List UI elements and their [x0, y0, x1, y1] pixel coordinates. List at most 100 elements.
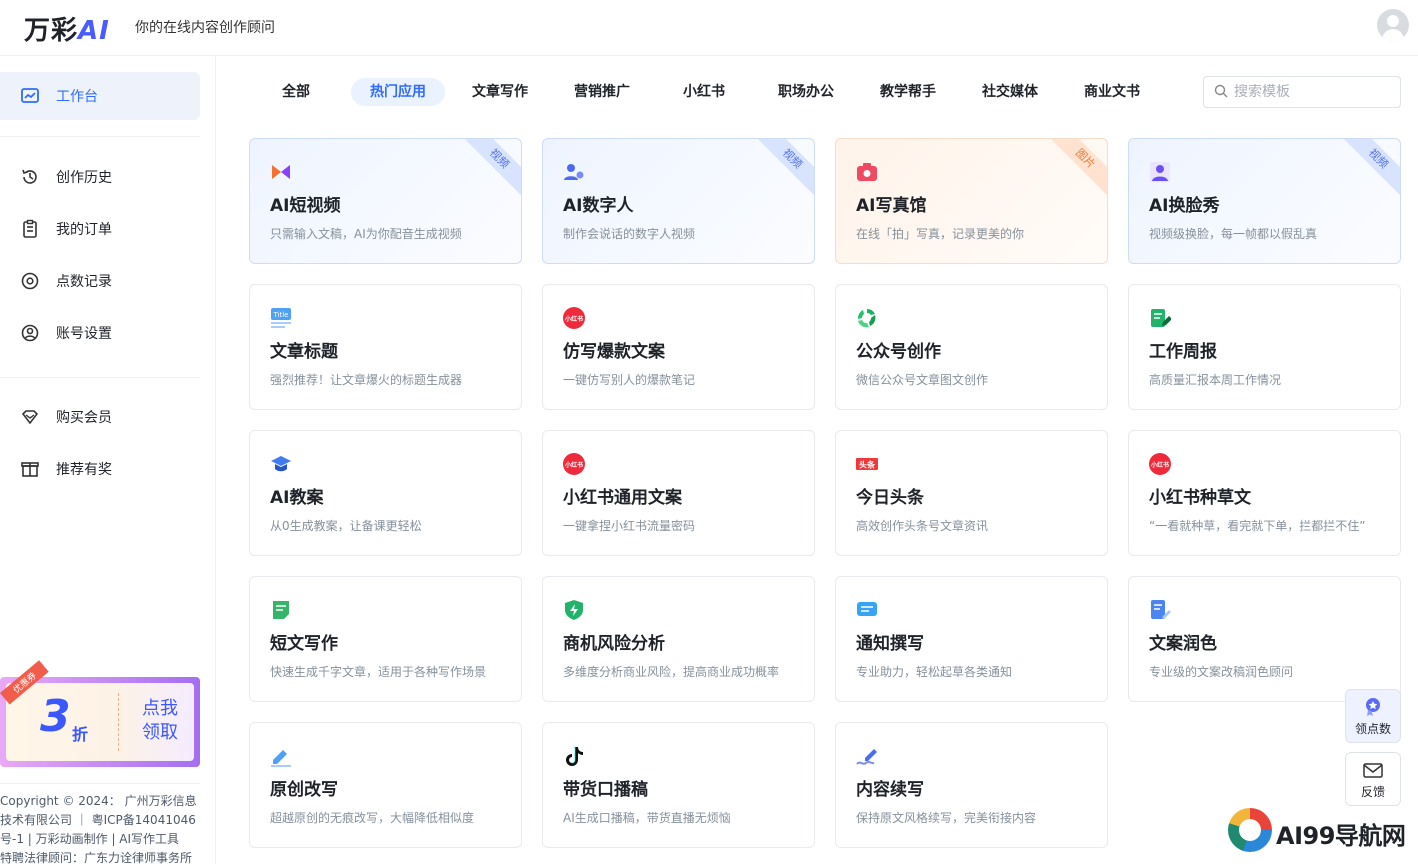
card-title: AI换脸秀: [1149, 196, 1220, 216]
sidebar-item-points[interactable]: 点数记录: [0, 257, 200, 305]
card-description: 专业级的文案改稿润色顾问: [1149, 665, 1294, 679]
sidebar-item-label: 点数记录: [56, 274, 112, 290]
top-header: 万彩AI 你的在线内容创作顾问: [0, 0, 1418, 56]
get-points-label: 领点数: [1354, 722, 1391, 736]
feedback-button[interactable]: 反馈: [1345, 752, 1401, 806]
template-card[interactable]: 商机风险分析 多维度分析商业风险，提高商业成功概率: [542, 576, 815, 702]
card-title: 文案润色: [1149, 634, 1217, 654]
camera-icon: [856, 161, 878, 183]
divider: [0, 377, 200, 378]
template-card[interactable]: 小红书 小红书种草文 “一看就种草，看完就下单，拦都拦不住”: [1128, 430, 1401, 556]
tab-marketing[interactable]: 营销推广: [568, 78, 636, 106]
card-title: 通知撰写: [856, 634, 924, 654]
sidebar-item-referral[interactable]: 推荐有奖: [0, 445, 200, 493]
sidebar-item-history[interactable]: 创作历史: [0, 153, 200, 201]
template-card[interactable]: 小红书 仿写爆款文案 一键仿写别人的爆款笔记: [542, 284, 815, 410]
sidebar-item-account[interactable]: 账号设置: [0, 309, 200, 357]
card-title: 小红书种草文: [1149, 488, 1251, 508]
toutiao-icon: 头条: [856, 453, 878, 475]
template-card[interactable]: AI短视频 只需输入文稿，AI为你配音生成视频 视频: [249, 138, 522, 264]
tab-social[interactable]: 社交媒体: [976, 78, 1044, 106]
card-badge: 图片: [1043, 139, 1107, 201]
account-icon: [20, 323, 40, 343]
tagline: 你的在线内容创作顾问: [135, 20, 275, 36]
user-avatar[interactable]: [1377, 9, 1409, 41]
card-badge: 视频: [750, 139, 814, 201]
message-icon: [856, 599, 878, 621]
diamond-icon: [20, 407, 40, 427]
tab-teaching[interactable]: 教学帮手: [874, 78, 942, 106]
card-title: 小红书通用文案: [563, 488, 682, 508]
card-badge: 视频: [1336, 139, 1400, 201]
sidebar: 工作台 创作历史 我的订单 点数记录 账号设置 购买会员 推荐有奖 优惠券 3 …: [0, 56, 216, 865]
digital-human-icon: [563, 161, 585, 183]
search-icon: [1214, 83, 1228, 102]
template-card[interactable]: 头条 今日头条 高效创作头条号文章资讯: [835, 430, 1108, 556]
copyright-line: 特聘法律顾问：广东力诠律师事务所: [0, 851, 193, 865]
search-input[interactable]: [1234, 84, 1384, 100]
order-icon: [20, 219, 40, 239]
template-card[interactable]: 短文写作 快速生成千字文章，适用于各种写作场景: [249, 576, 522, 702]
discount-promo-banner[interactable]: 优惠券 3 折 点我 领取: [0, 660, 200, 767]
points-icon: [20, 271, 40, 291]
sidebar-item-workbench[interactable]: 工作台: [0, 72, 200, 120]
history-icon: [20, 167, 40, 187]
short-doc-icon: [270, 599, 292, 621]
template-card[interactable]: 小红书 小红书通用文案 一键拿捏小红书流量密码: [542, 430, 815, 556]
tab-xiaohongshu[interactable]: 小红书: [672, 78, 736, 106]
sidebar-item-membership[interactable]: 购买会员: [0, 393, 200, 441]
card-title: 内容续写: [856, 780, 924, 800]
logo[interactable]: 万彩AI: [24, 10, 110, 47]
card-description: 微信公众号文章图文创作: [856, 373, 989, 387]
promo-cta[interactable]: 点我 领取: [132, 697, 188, 745]
title-icon: Title: [270, 307, 292, 329]
template-card[interactable]: AI换脸秀 视频级换脸，每一帧都以假乱真 视频: [1128, 138, 1401, 264]
tab-all[interactable]: 全部: [266, 78, 326, 106]
card-title: 文章标题: [270, 342, 338, 362]
tab-article[interactable]: 文章写作: [466, 78, 534, 106]
template-card[interactable]: AI写真馆 在线「拍」写真，记录更美的你 图片: [835, 138, 1108, 264]
watermark-logo-icon: [1228, 808, 1272, 852]
card-description: 高质量汇报本周工作情况: [1149, 373, 1282, 387]
template-card[interactable]: 内容续写 保持原文风格续写，完美衔接内容: [835, 722, 1108, 848]
template-card[interactable]: 文案润色专业级的文案改稿润色顾问: [1128, 576, 1401, 702]
card-description: 强烈推荐！让文章爆火的标题生成器: [270, 373, 463, 387]
template-card[interactable]: 带货口播稿 AI生成口播稿，带货直播无烦恼: [542, 722, 815, 848]
wechat-official-icon: [856, 307, 878, 329]
get-points-button[interactable]: 领点数: [1345, 689, 1401, 743]
tab-business[interactable]: 商业文书: [1078, 78, 1146, 106]
gift-icon: [20, 459, 40, 479]
template-card[interactable]: 工作周报 高质量汇报本周工作情况: [1128, 284, 1401, 410]
search-box[interactable]: [1203, 76, 1401, 108]
graduation-cap-icon: [270, 453, 292, 475]
tab-popular[interactable]: 热门应用: [351, 78, 445, 106]
face-swap-icon: [1149, 161, 1171, 183]
shield-bolt-icon: [563, 599, 585, 621]
card-description: 多维度分析商业风险，提高商业成功概率: [563, 665, 780, 679]
template-card[interactable]: 通知撰写 专业助力，轻松起草各类通知: [835, 576, 1108, 702]
copyright-line: 号-1 | 万彩动画制作 | AI写作工具: [0, 832, 180, 846]
template-card[interactable]: Title 文章标题强烈推荐！让文章爆火的标题生成器: [249, 284, 522, 410]
logo-text: 万彩: [24, 16, 79, 46]
ai99-watermark: AI99导航网: [1228, 806, 1418, 856]
video-bowtie-icon: [270, 161, 292, 183]
sidebar-item-label: 创作历史: [56, 170, 112, 186]
sidebar-item-orders[interactable]: 我的订单: [0, 205, 200, 253]
template-card[interactable]: 原创改写 超越原创的无痕改写，大幅降低相似度: [249, 722, 522, 848]
card-description: 一键仿写别人的爆款笔记: [563, 373, 696, 387]
divider: [0, 136, 200, 137]
svg-text:头条: 头条: [859, 460, 876, 470]
template-card[interactable]: 公众号创作微信公众号文章图文创作: [835, 284, 1108, 410]
promo-discount-number: 3: [40, 691, 71, 742]
card-title: 原创改写: [270, 780, 338, 800]
template-card[interactable]: AI数字人 制作会说话的数字人视频 视频: [542, 138, 815, 264]
card-title: 带货口播稿: [563, 780, 648, 800]
sidebar-item-label: 购买会员: [56, 410, 112, 426]
card-title: 公众号创作: [856, 342, 941, 362]
template-card[interactable]: AI教案 从0生成教案，让备课更轻松: [249, 430, 522, 556]
tab-office[interactable]: 职场办公: [772, 78, 840, 106]
card-description: 制作会说话的数字人视频: [563, 227, 696, 241]
card-title: 今日头条: [856, 488, 924, 508]
card-description: 从0生成教案，让备课更轻松: [270, 519, 422, 533]
xiaohongshu-icon: 小红书: [563, 307, 585, 329]
